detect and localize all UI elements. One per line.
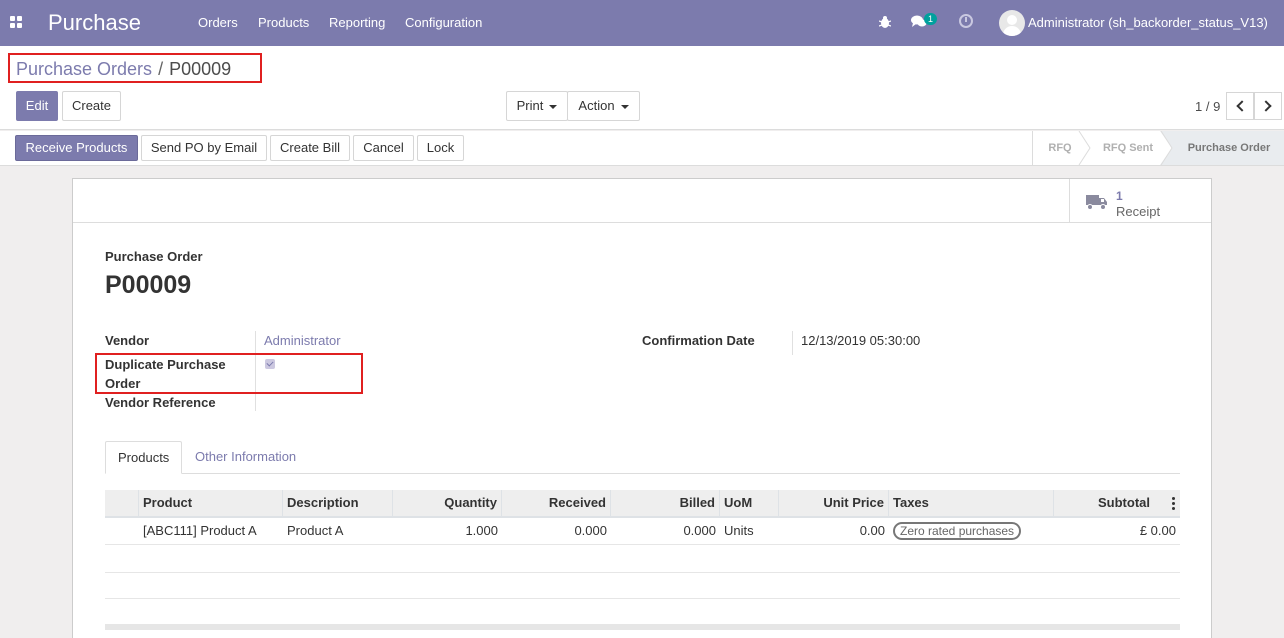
cell-billed: 0.000: [683, 523, 716, 538]
tax-tag: Zero rated purchases: [893, 522, 1022, 540]
truck-icon: [1086, 195, 1107, 210]
create-bill-button[interactable]: Create Bill: [270, 135, 350, 161]
breadcrumb-highlight-box: [8, 53, 262, 83]
pager-next-button[interactable]: [1254, 92, 1282, 120]
table-row[interactable]: [ABC111] Product A Product A 1.000 0.000…: [105, 518, 1180, 545]
cell-product: [ABC111] Product A: [143, 523, 257, 538]
menu-products[interactable]: Products: [258, 15, 309, 30]
column-uom[interactable]: UoM: [720, 490, 779, 516]
control-panel: Purchase Orders / P00009 Edit Create Print…: [0, 46, 1284, 130]
print-dropdown[interactable]: Print: [506, 91, 568, 121]
cell-received: 0.000: [574, 523, 607, 538]
smart-button-box: 1 Receipt: [73, 179, 1211, 223]
cell-quantity: 1.000: [465, 523, 498, 538]
tab-other-information[interactable]: Other Information: [183, 441, 308, 474]
stage-arrow-separator: [1160, 131, 1174, 165]
cell-unit-price: 0.00: [859, 523, 885, 538]
table-row-empty: [105, 546, 1180, 573]
column-taxes[interactable]: Taxes: [889, 490, 1054, 516]
menu-configuration[interactable]: Configuration: [405, 15, 482, 30]
cell-uom: Units: [724, 523, 754, 538]
receipt-smart-button[interactable]: 1 Receipt: [1069, 179, 1211, 223]
cancel-button[interactable]: Cancel: [353, 135, 414, 161]
table-footer: [105, 624, 1180, 630]
user-avatar[interactable]: [999, 10, 1025, 36]
receipt-label: Receipt: [1116, 204, 1161, 219]
form-statusbar: Receive Products Send PO by Email Create…: [0, 131, 1284, 166]
receipt-count: 1: [1116, 189, 1123, 203]
column-description[interactable]: Description: [283, 490, 393, 516]
notebook-tabs: Products Other Information: [105, 441, 1180, 474]
cell-description: Product A: [287, 523, 344, 538]
pager-previous-button[interactable]: [1226, 92, 1254, 120]
chevron-left-icon: [1236, 100, 1248, 112]
column-billed[interactable]: Billed: [611, 490, 720, 516]
chevron-right-icon: [1260, 100, 1272, 112]
activity-clock-icon[interactable]: [959, 14, 973, 28]
column-quantity[interactable]: Quantity: [393, 490, 502, 516]
column-product[interactable]: Product: [139, 490, 283, 516]
pager-value[interactable]: 1 / 9: [1195, 99, 1220, 114]
column-subtotal[interactable]: Subtotal: [1054, 490, 1154, 516]
column-received[interactable]: Received: [502, 490, 611, 516]
vendor-field[interactable]: Administrator: [264, 333, 341, 348]
action-dropdown[interactable]: Action: [567, 91, 640, 121]
chat-count-badge: 1: [924, 13, 938, 25]
chevron-down-icon: [549, 104, 558, 109]
duplicate-highlight-box: [95, 353, 363, 394]
user-name[interactable]: Administrator (sh_backorder_status_V13): [1028, 15, 1268, 30]
handle-column-header: [105, 490, 139, 516]
create-button[interactable]: Create: [62, 91, 121, 121]
cell-subtotal: £ 0.00: [1139, 523, 1176, 538]
edit-button[interactable]: Edit: [16, 91, 58, 121]
column-unit-price[interactable]: Unit Price: [779, 490, 889, 516]
bug-icon[interactable]: [879, 15, 891, 29]
optional-columns-kebab-icon[interactable]: [1172, 497, 1175, 510]
confirmation-date-label: Confirmation Date: [642, 333, 755, 348]
cell-taxes: Zero rated purchases: [889, 518, 1054, 544]
app-title[interactable]: Purchase: [48, 10, 141, 36]
action-label: Action: [578, 98, 615, 113]
field-divider: [792, 331, 793, 355]
table-row-empty: [105, 572, 1180, 599]
print-label: Print: [516, 98, 544, 113]
table-header: Product Description Quantity Received Bi…: [105, 490, 1180, 518]
top-navbar: Purchase Orders Products Reporting Confi…: [0, 0, 1284, 46]
tab-products[interactable]: Products: [105, 441, 183, 474]
purchase-order-name: P00009: [105, 271, 192, 299]
form-sheet: 1 Receipt Purchase Order P00009 Vendor A…: [72, 178, 1212, 638]
vendor-label: Vendor: [105, 333, 150, 348]
menu-orders[interactable]: Orders: [198, 15, 238, 30]
send-po-email-button[interactable]: Send PO by Email: [141, 135, 267, 161]
menu-reporting[interactable]: Reporting: [329, 15, 385, 30]
stage-rfq-sent[interactable]: RFQ Sent: [1089, 131, 1167, 165]
lock-button[interactable]: Lock: [417, 135, 464, 161]
receive-products-button[interactable]: Receive Products: [15, 135, 138, 161]
table-row-empty: [105, 598, 1180, 625]
chevron-down-icon: [620, 104, 629, 109]
stage-purchase-order[interactable]: Purchase Order: [1174, 131, 1284, 165]
form-title-label: Purchase Order: [105, 249, 203, 264]
vendor-reference-label: Vendor Reference: [105, 395, 216, 410]
apps-menu-icon[interactable]: [10, 16, 23, 29]
confirmation-date-field[interactable]: 12/13/2019 05:30:00: [801, 333, 920, 348]
